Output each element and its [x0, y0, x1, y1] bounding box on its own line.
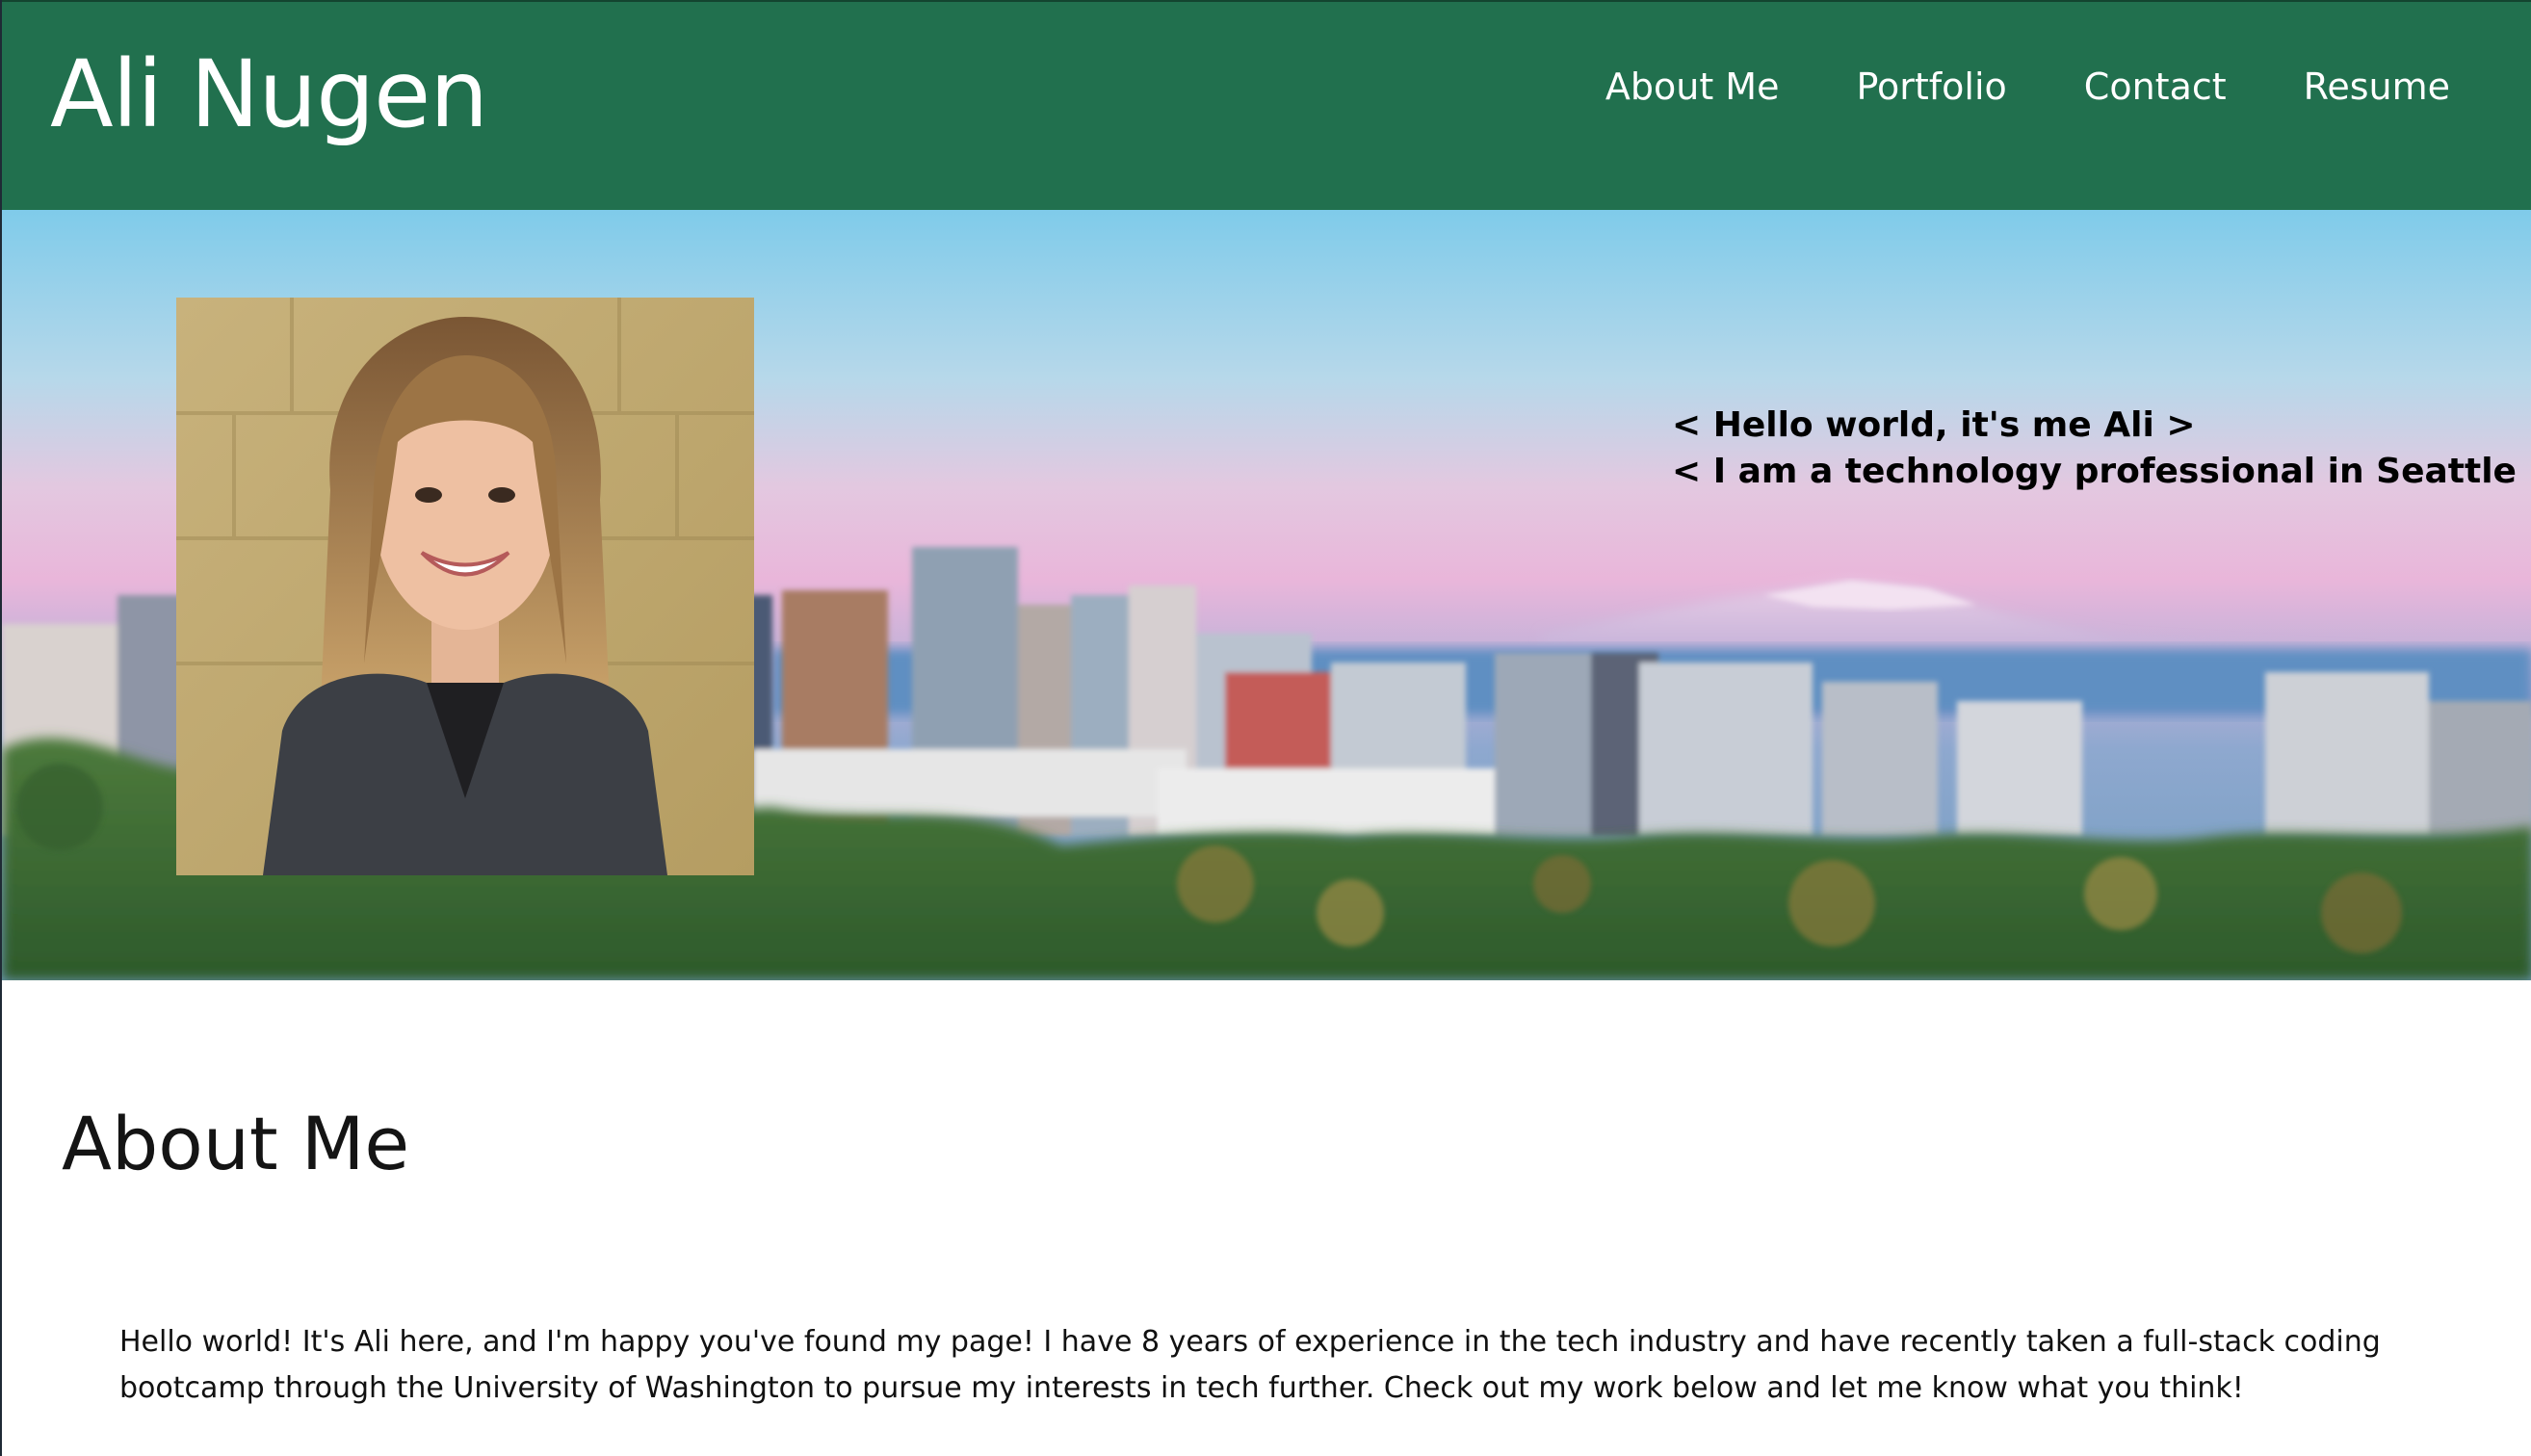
- site-header: Ali Nugen About Me Portfolio Contact Res…: [2, 0, 2531, 210]
- portrait-image: [176, 298, 754, 875]
- about-me-heading: About Me: [62, 1101, 410, 1186]
- profile-photo: [176, 298, 754, 875]
- hero-tagline-line-2: < I am a technology professional in Seat…: [1672, 452, 2531, 491]
- nav-link-resume[interactable]: Resume: [2304, 60, 2450, 114]
- hero-tagline-line-1: < Hello world, it's me Ali >: [1672, 405, 2196, 445]
- hero-banner: < Hello world, it's me Ali > < I am a te…: [2, 210, 2531, 980]
- hero-tagline: < Hello world, it's me Ali > < I am a te…: [1672, 403, 2531, 495]
- main-nav: About Me Portfolio Contact Resume: [1605, 60, 2450, 114]
- nav-link-portfolio[interactable]: Portfolio: [1856, 60, 2006, 114]
- page: Ali Nugen About Me Portfolio Contact Res…: [0, 0, 2531, 1456]
- about-me-paragraph: Hello world! It's Ali here, and I'm happ…: [119, 1325, 2381, 1405]
- nav-link-contact[interactable]: Contact: [2084, 60, 2227, 114]
- nav-link-about-me[interactable]: About Me: [1605, 60, 1780, 114]
- site-title[interactable]: Ali Nugen: [50, 37, 488, 152]
